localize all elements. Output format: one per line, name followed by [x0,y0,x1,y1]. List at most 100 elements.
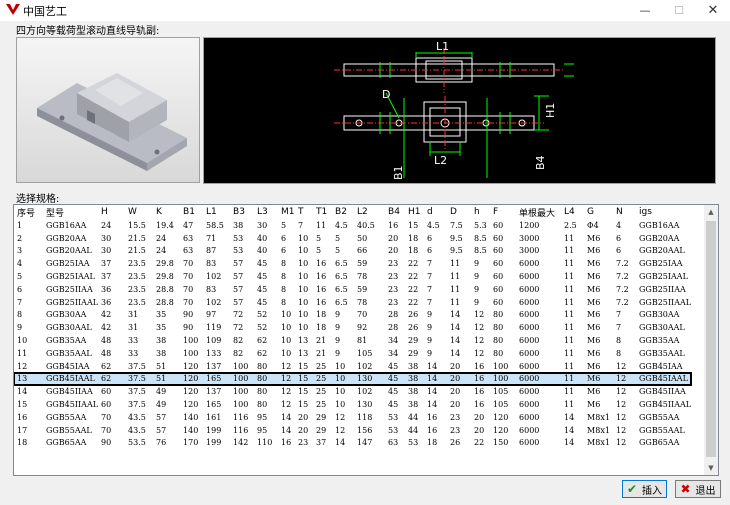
table-row[interactable]: 14 GGB45IIAA 60 37.5 49 120 137 100 80 12 15 25 10 10… [14,385,691,398]
spec-table[interactable]: 序号 型号 H W K B1 L1 B3 L3 M1 T T1 B2 L2 B4 H1 d Dh F 单根最大 L4 G N… [14,205,693,450]
column-header[interactable]: B1 [180,205,203,219]
table-cell: 2.5 [564,220,577,230]
column-header[interactable]: B2 [332,205,354,219]
table-cell: 20 [388,233,399,243]
table-row[interactable]: 6 GGB25IIAA 36 23.5 28.8 70 83 57 45 8 10 16 6.5 59 23… [14,283,691,296]
table-row[interactable]: 4 GGB25IAA 37 23.5 29.8 70 83 57 45 8 10 16 6.5 59 23 2… [14,257,691,270]
table-cell: 14 [281,425,292,435]
table-cell: 116 [233,412,249,422]
scroll-thumb[interactable] [706,221,716,457]
table-cell: 6 [616,233,622,243]
table-cell: 6.5 [335,272,348,282]
table-cell: 15.5 [128,220,146,230]
column-header[interactable]: T [295,205,313,219]
table-row[interactable]: 18 GGB65AA 90 53.5 76 170 199 142 110 16 23 37 14 147… [14,437,691,450]
table-cell: 83 [206,284,217,294]
table-cell: 8 [616,336,622,346]
table-cell: 20 [474,425,485,435]
dim-label-h1: H1 [544,103,557,118]
table-row[interactable]: 3 GGB20AAL 30 21.5 24 63 87 53 40 6 10 5 5 66 20 18 6 9.5… [14,245,691,258]
maximize-button[interactable]: ☐ [662,0,696,21]
table-cell: 53 [233,233,244,243]
table-row[interactable]: 13 GGB45IAAL 62 37.5 51 120 165 100 80 12 15 25 10 13… [14,371,693,387]
table-cell: 38 [408,361,419,371]
table-cell: 24 [156,233,167,243]
table-cell: 6 [427,246,433,256]
table-cell: 52 [257,323,268,333]
table-cell: 12 [278,372,296,386]
table-cell: 6000 [519,310,540,320]
table-cell: 22 [408,284,419,294]
table-cell: 10 [281,323,292,333]
table-row[interactable]: 8 GGB30AA 42 31 35 90 97 72 52 10 10 18 9 70 28 26 9 14 12… [14,309,691,322]
table-row[interactable]: 5 GGB25IAAL 37 23.5 29.8 70 102 57 45 8 10 16 6.5 78 2… [14,270,691,283]
table-row[interactable]: 12 GGB45IAA 62 37.5 51 120 137 100 80 12 15 25 10 102… [14,360,691,373]
column-header[interactable]: T1 [313,205,332,219]
column-header[interactable]: L4 [561,205,584,219]
table-row[interactable]: 2 GGB20AA 30 21.5 24 63 71 53 40 6 10 5 5 50 20 18 6 9.5 8… [14,232,691,245]
table-cell: 33 [128,348,139,358]
column-header[interactable]: G [584,205,613,219]
table-cell: 9 [335,310,341,320]
table-row[interactable]: 7 GGB25IIAAL 36 23.5 28.8 70 102 57 45 8 10 16 6.5 78… [14,296,691,309]
table-cell: 161 [206,412,222,422]
title-bar[interactable]: 中国艺工 — ☐ ✕ [0,0,730,21]
table-row[interactable]: 1 GGB16AA 24 15.5 19.4 47 58.5 38 30 5 7 11 4.5 40.5 1… [14,219,691,232]
table-row[interactable]: 16 GGB55AA 70 43.5 57 140 161 116 95 14 20 29 12 118 5… [14,411,691,424]
table-cell: GGB20AAL [46,246,92,256]
table-cell: 5 [316,246,322,256]
column-header[interactable]: F [490,205,516,219]
column-header[interactable]: h [471,205,490,219]
vertical-scrollbar[interactable]: ▲ ▼ [704,205,718,475]
checkmark-icon: ✔ [626,482,638,496]
column-header[interactable]: 序号 [14,205,43,219]
table-row[interactable]: 9 GGB30AAL 42 31 35 90 119 72 52 10 10 18 9 92 28 26 9 14… [14,321,691,334]
column-header[interactable]: 单根最大 [516,205,561,219]
table-cell: 105 [493,387,509,397]
table-cell: 8 [281,272,287,282]
table-cell: 7 [427,284,433,294]
exit-button[interactable]: ✖ 退出 [675,480,721,498]
column-header[interactable]: L2 [354,205,385,219]
table-cell: 15 [408,220,419,230]
column-header[interactable]: L3 [254,205,278,219]
column-header[interactable]: 型号 [43,205,98,219]
spec-grid[interactable]: 序号 型号 H W K B1 L1 B3 L3 M1 T T1 B2 L2 B4 H1 d Dh F 单根最大 L4 G N… [13,204,719,476]
table-row[interactable]: 10 GGB35AA 48 33 38 100 109 82 62 10 13 21 9 81 34 29 9 1… [14,334,691,347]
table-cell: 6 [281,233,287,243]
table-row[interactable]: 17 GGB55AAL 70 43.5 57 140 199 116 95 14 20 29 12 156… [14,424,691,437]
table-cell: 165 [206,400,222,410]
column-header[interactable]: D [447,205,471,219]
table-cell: 10 [298,323,309,333]
column-header[interactable]: W [125,205,153,219]
linear-guide-3d-image [37,73,187,171]
column-header[interactable]: L1 [203,205,230,219]
scroll-down-icon[interactable]: ▼ [704,461,718,475]
table-cell: 10 [332,372,355,386]
table-row[interactable]: 15 GGB45IIAAL 60 37.5 49 120 165 100 80 12 15 25 10 1… [14,398,691,411]
column-header[interactable]: K [153,205,180,219]
close-button[interactable]: ✕ [696,0,730,21]
column-header[interactable]: H1 [405,205,424,219]
column-header[interactable]: M1 [278,205,295,219]
table-cell: M6 [584,372,614,386]
table-cell: 9 [427,336,433,346]
minimize-button[interactable]: — [628,0,662,21]
insert-button[interactable]: ✔ 插入 [622,480,667,498]
table-cell: 81 [357,336,368,346]
column-header[interactable]: N [613,205,636,219]
table-cell: 80 [257,400,268,410]
table-cell: 10 [298,272,309,282]
table-cell: M6 [587,348,601,358]
column-header[interactable]: B4 [385,205,405,219]
column-header[interactable]: H [98,205,125,219]
column-header[interactable]: d [424,205,447,219]
scroll-up-icon[interactable]: ▲ [704,205,718,219]
table-cell: GGB35AAL [639,348,685,358]
table-cell: 70 [357,310,368,320]
table-cell: 40 [257,246,268,256]
table-cell: 8 [616,348,622,358]
column-header[interactable]: igs [636,205,691,219]
column-header[interactable]: B3 [230,205,254,219]
table-row[interactable]: 11 GGB35AAL 48 33 38 100 133 82 62 10 13 21 9 105 34 29… [14,347,691,360]
